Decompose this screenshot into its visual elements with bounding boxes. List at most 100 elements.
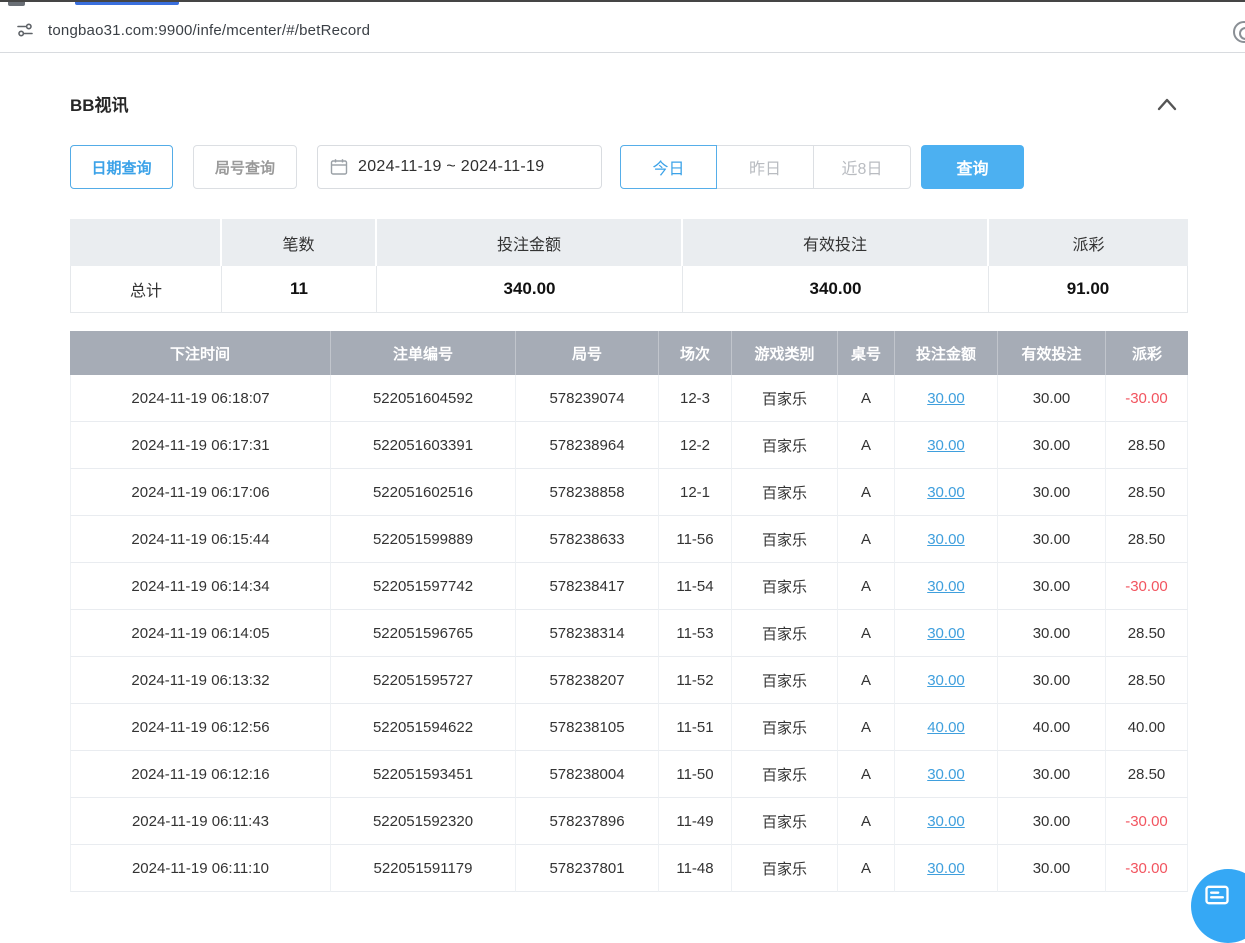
cell-round-no: 578238417 xyxy=(516,563,659,610)
cell-session: 11-50 xyxy=(659,751,732,798)
cell-bet-amount: 30.00 xyxy=(895,798,998,845)
cell-session: 11-52 xyxy=(659,657,732,704)
cell-session: 11-48 xyxy=(659,845,732,892)
calendar-icon xyxy=(330,158,348,176)
url-text[interactable]: tongbao31.com:9900/infe/mcenter/#/betRec… xyxy=(48,22,370,39)
round-query-button[interactable]: 局号查询 xyxy=(193,145,297,189)
cell-round-no: 578238858 xyxy=(516,469,659,516)
cell-valid-bet: 30.00 xyxy=(998,798,1106,845)
table-row: 2024-11-19 06:11:43 522051592320 5782378… xyxy=(70,798,1188,845)
cell-round-no: 578237896 xyxy=(516,798,659,845)
summary-header-empty xyxy=(70,219,222,266)
cell-valid-bet: 40.00 xyxy=(998,704,1106,751)
cell-payout: -30.00 xyxy=(1106,845,1188,892)
cell-table-no: A xyxy=(838,422,895,469)
cell-bet-amount: 30.00 xyxy=(895,657,998,704)
bet-amount-link[interactable]: 30.00 xyxy=(927,860,965,877)
summary-total-bet-amount: 340.00 xyxy=(377,266,683,313)
summary-header-bet-amount: 投注金额 xyxy=(377,219,683,266)
table-row: 2024-11-19 06:12:16 522051593451 5782380… xyxy=(70,751,1188,798)
bet-records-table: 下注时间 注单编号 局号 场次 游戏类别 桌号 投注金额 有效投注 派彩 202… xyxy=(70,331,1188,892)
cell-valid-bet: 30.00 xyxy=(998,845,1106,892)
cell-game-type: 百家乐 xyxy=(732,516,838,563)
cell-order-no: 522051604592 xyxy=(331,375,516,422)
address-bar[interactable]: tongbao31.com:9900/infe/mcenter/#/betRec… xyxy=(0,8,1245,53)
date-query-button[interactable]: 日期查询 xyxy=(70,145,173,189)
cell-session: 12-1 xyxy=(659,469,732,516)
column-header-game-type: 游戏类别 xyxy=(732,331,838,375)
cell-bet-time: 2024-11-19 06:13:32 xyxy=(70,657,331,704)
cell-payout: 28.50 xyxy=(1106,751,1188,798)
cell-bet-time: 2024-11-19 06:15:44 xyxy=(70,516,331,563)
cell-game-type: 百家乐 xyxy=(732,375,838,422)
cell-bet-time: 2024-11-19 06:12:16 xyxy=(70,751,331,798)
bet-amount-link[interactable]: 30.00 xyxy=(927,531,965,548)
date-range-picker[interactable]: 2024-11-19 ~ 2024-11-19 xyxy=(317,145,602,189)
cell-session: 11-51 xyxy=(659,704,732,751)
cell-bet-time: 2024-11-19 06:14:05 xyxy=(70,610,331,657)
cell-bet-time: 2024-11-19 06:11:10 xyxy=(70,845,331,892)
cell-game-type: 百家乐 xyxy=(732,563,838,610)
cell-table-no: A xyxy=(838,751,895,798)
quick-filter-last8days[interactable]: 近8日 xyxy=(814,145,911,189)
cell-order-no: 522051594622 xyxy=(331,704,516,751)
cell-round-no: 578238633 xyxy=(516,516,659,563)
cell-valid-bet: 30.00 xyxy=(998,516,1106,563)
table-row: 2024-11-19 06:18:07 522051604592 5782390… xyxy=(70,375,1188,422)
search-button[interactable]: 查询 xyxy=(921,145,1024,189)
bet-amount-link[interactable]: 30.00 xyxy=(927,390,965,407)
table-header-row: 下注时间 注单编号 局号 场次 游戏类别 桌号 投注金额 有效投注 派彩 xyxy=(70,331,1188,375)
cell-table-no: A xyxy=(838,469,895,516)
cell-table-no: A xyxy=(838,375,895,422)
site-controls-icon[interactable] xyxy=(14,19,36,41)
bet-amount-link[interactable]: 30.00 xyxy=(927,578,965,595)
cell-order-no: 522051591179 xyxy=(331,845,516,892)
cell-session: 11-54 xyxy=(659,563,732,610)
cell-game-type: 百家乐 xyxy=(732,845,838,892)
column-header-valid-bet: 有效投注 xyxy=(998,331,1106,375)
summary-total-count: 11 xyxy=(222,266,377,313)
cell-bet-amount: 30.00 xyxy=(895,610,998,657)
cell-bet-amount: 30.00 xyxy=(895,422,998,469)
cell-game-type: 百家乐 xyxy=(732,469,838,516)
summary-header-count: 笔数 xyxy=(222,219,377,266)
column-header-table-no: 桌号 xyxy=(838,331,895,375)
quick-filter-today[interactable]: 今日 xyxy=(620,145,717,189)
bet-record-page: BB视讯 日期查询 局号查询 2024-11-19 ~ 2024-11-19 今… xyxy=(0,55,1245,915)
table-row: 2024-11-19 06:13:32 522051595727 5782382… xyxy=(70,657,1188,704)
cell-session: 11-49 xyxy=(659,798,732,845)
quick-filter-yesterday[interactable]: 昨日 xyxy=(717,145,814,189)
bet-amount-link[interactable]: 30.00 xyxy=(927,813,965,830)
cell-order-no: 522051596765 xyxy=(331,610,516,657)
cell-order-no: 522051599889 xyxy=(331,516,516,563)
cell-bet-time: 2024-11-19 06:18:07 xyxy=(70,375,331,422)
bet-amount-link[interactable]: 30.00 xyxy=(927,625,965,642)
summary-total-label: 总计 xyxy=(70,266,222,313)
cell-session: 11-53 xyxy=(659,610,732,657)
collapse-chevron-icon[interactable] xyxy=(1154,94,1180,114)
bet-amount-link[interactable]: 30.00 xyxy=(927,672,965,689)
date-range-value[interactable]: 2024-11-19 ~ 2024-11-19 xyxy=(358,158,544,176)
bet-amount-link[interactable]: 40.00 xyxy=(927,719,965,736)
summary-total-valid-bet: 340.00 xyxy=(683,266,989,313)
summary-header-valid-bet: 有效投注 xyxy=(683,219,989,266)
cell-order-no: 522051597742 xyxy=(331,563,516,610)
cell-bet-amount: 30.00 xyxy=(895,375,998,422)
bet-amount-link[interactable]: 30.00 xyxy=(927,766,965,783)
table-row: 2024-11-19 06:12:56 522051594622 5782381… xyxy=(70,704,1188,751)
bet-amount-link[interactable]: 30.00 xyxy=(927,484,965,501)
summary-total-payout: 91.00 xyxy=(989,266,1188,313)
cell-bet-time: 2024-11-19 06:14:34 xyxy=(70,563,331,610)
table-row: 2024-11-19 06:15:44 522051599889 5782386… xyxy=(70,516,1188,563)
bet-amount-link[interactable]: 30.00 xyxy=(927,437,965,454)
cell-valid-bet: 30.00 xyxy=(998,751,1106,798)
summary-total-row: 总计 11 340.00 340.00 91.00 xyxy=(70,266,1188,313)
browser-page-icon[interactable] xyxy=(1233,21,1245,43)
cell-round-no: 578238314 xyxy=(516,610,659,657)
summary-header-payout: 派彩 xyxy=(989,219,1188,266)
column-header-bet-amount: 投注金额 xyxy=(895,331,998,375)
column-header-payout: 派彩 xyxy=(1106,331,1188,375)
cell-bet-amount: 30.00 xyxy=(895,516,998,563)
cell-game-type: 百家乐 xyxy=(732,798,838,845)
cell-bet-time: 2024-11-19 06:17:31 xyxy=(70,422,331,469)
